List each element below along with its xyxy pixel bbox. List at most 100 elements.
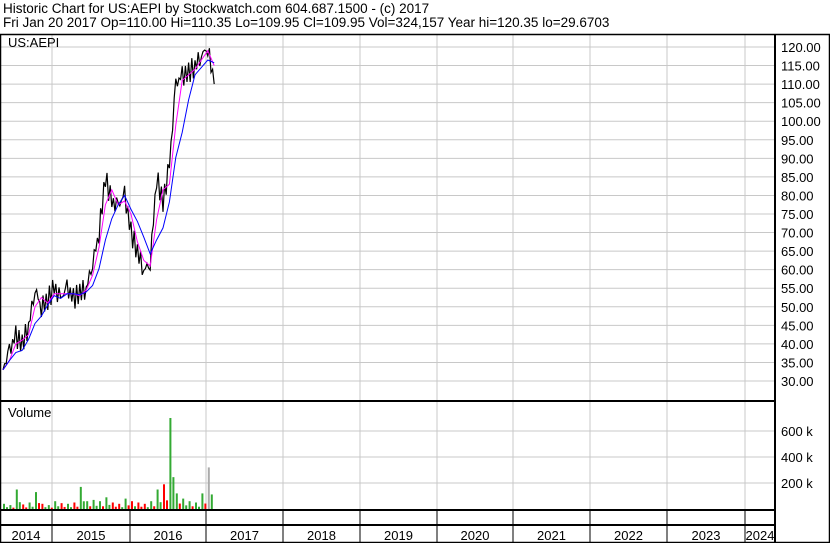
- volume-bar: [105, 497, 108, 509]
- volume-bar: [195, 502, 197, 509]
- price-tick-label: 110.00: [781, 77, 820, 92]
- price-tick-label: 115.00: [781, 59, 820, 74]
- volume-bar: [182, 498, 185, 509]
- year-label: 2022: [614, 528, 643, 543]
- volume-bar: [89, 506, 92, 509]
- volume-bar: [73, 502, 76, 509]
- volume-bar: [57, 506, 60, 509]
- volume-bar: [38, 503, 40, 509]
- volume-bar: [95, 505, 98, 509]
- price-tick-label: 55.00: [781, 281, 814, 296]
- volume-bar: [204, 503, 207, 509]
- volume-bar: [134, 506, 136, 509]
- price-tick-label: 45.00: [781, 318, 814, 333]
- volume-bar: [41, 503, 44, 509]
- volume-bar: [127, 505, 130, 509]
- price-tick-label: 120.00: [781, 40, 821, 55]
- volume-bar: [79, 486, 82, 509]
- price-tick-label: 60.00: [781, 263, 814, 278]
- volume-bar: [18, 502, 21, 509]
- volume-bar: [146, 507, 149, 509]
- volume-bar: [140, 506, 143, 509]
- volume-bar: [159, 502, 162, 509]
- price-tick-label: 80.00: [781, 188, 814, 203]
- volume-bar: [92, 499, 95, 509]
- volume-bar: [198, 506, 200, 509]
- price-tick-label: 95.00: [781, 133, 814, 148]
- volume-bar: [67, 503, 69, 509]
- volume-bar: [207, 467, 210, 509]
- volume-bar: [12, 507, 15, 509]
- volume-bar: [102, 506, 104, 509]
- year-label: 2023: [692, 528, 721, 543]
- volume-bar: [9, 505, 12, 509]
- volume-bar: [111, 502, 114, 509]
- year-label: 2014: [12, 528, 41, 543]
- volume-bar: [28, 502, 31, 509]
- volume-bar: [54, 501, 57, 509]
- volume-label: Volume: [8, 405, 51, 420]
- year-label: 2024: [746, 528, 775, 543]
- volume-bar: [175, 493, 178, 509]
- price-tick-label: 75.00: [781, 207, 814, 222]
- price-tick-label: 70.00: [781, 226, 814, 241]
- year-label: 2021: [537, 528, 566, 543]
- volume-bar: [50, 507, 53, 509]
- year-label: 2015: [77, 528, 106, 543]
- volume-bar: [137, 502, 140, 509]
- volume-bar: [3, 503, 5, 509]
- volume-bar: [99, 501, 101, 509]
- price-tick-label: 85.00: [781, 170, 814, 185]
- volume-bar: [188, 501, 191, 509]
- price-tick-label: 105.00: [781, 96, 821, 111]
- year-label: 2018: [307, 528, 336, 543]
- volume-bar: [210, 494, 213, 509]
- volume-bar: [178, 503, 181, 509]
- volume-tick-label: 200 k: [781, 476, 813, 491]
- volume-bar: [121, 507, 124, 509]
- volume-bar: [118, 503, 121, 509]
- volume-bar: [47, 505, 50, 509]
- volume-bar: [153, 506, 156, 509]
- stock-chart: US:AEPI Volume 120.00 115.00 110.00 105.00 100…: [0, 33, 830, 543]
- year-label: 2017: [230, 528, 259, 543]
- volume-bar: [108, 504, 111, 509]
- price-tick-label: 90.00: [781, 151, 814, 166]
- year-label: 2020: [461, 528, 490, 543]
- volume-bar: [76, 506, 79, 509]
- volume-bar: [169, 418, 172, 509]
- volume-bar: [31, 506, 34, 509]
- volume-bar: [143, 503, 146, 509]
- price-tick-label: 30.00: [781, 374, 814, 389]
- volume-bar: [156, 489, 159, 509]
- volume-bar: [131, 501, 133, 509]
- volume-bar: [185, 505, 188, 509]
- volume-bar: [44, 507, 47, 509]
- volume-bar: [191, 506, 194, 509]
- price-tick-label: 100.00: [781, 114, 821, 129]
- price-tick-label: 35.00: [781, 355, 814, 370]
- volume-bar: [150, 501, 153, 509]
- price-tick-label: 40.00: [781, 337, 814, 352]
- symbol-label: US:AEPI: [8, 35, 59, 50]
- volume-bar: [22, 504, 25, 509]
- volume-bar: [201, 493, 204, 509]
- price-tick-label: 50.00: [781, 300, 814, 315]
- chart-window: Historic Chart for US:AEPI by Stockwatch…: [0, 0, 830, 543]
- volume-bar: [25, 507, 28, 509]
- volume-bar: [60, 503, 63, 509]
- price-tick-label: 65.00: [781, 244, 814, 259]
- volume-bar: [82, 501, 85, 509]
- volume-bar: [86, 501, 89, 509]
- volume-tick-label: 400 k: [781, 450, 813, 465]
- volume-bar: [70, 507, 72, 509]
- short-moving-average: [2, 49, 215, 371]
- volume-bar: [35, 492, 37, 509]
- long-moving-average: [2, 59, 215, 371]
- volume-bar: [15, 489, 18, 509]
- volume-bar: [124, 498, 127, 509]
- volume-bar: [172, 477, 175, 509]
- volume-bar: [163, 484, 165, 509]
- year-label: 2016: [154, 528, 183, 543]
- volume-bar: [6, 507, 8, 509]
